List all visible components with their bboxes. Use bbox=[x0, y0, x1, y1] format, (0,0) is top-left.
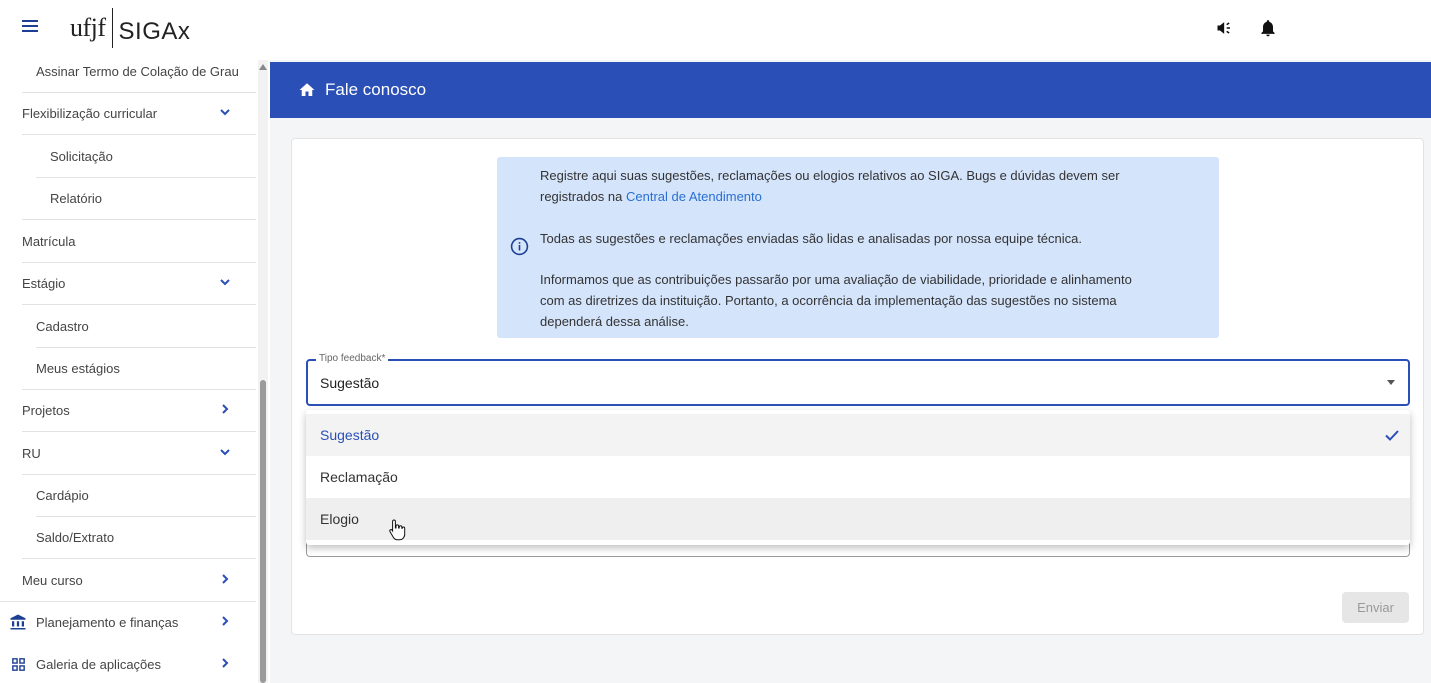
feedback-type-label: Tipo feedback* bbox=[316, 353, 389, 364]
page-title: Fale conosco bbox=[325, 80, 427, 99]
info-text-line: Todas as sugestões e reclamações enviada… bbox=[540, 231, 1083, 246]
sidebar-item-label: Matrícula bbox=[22, 233, 76, 249]
info-text-prefix: registrados na bbox=[540, 189, 626, 204]
option-sugestao[interactable]: Sugestão bbox=[306, 414, 1410, 456]
hand-cursor-icon bbox=[389, 519, 406, 541]
sidebar-item-label: Relatório bbox=[50, 190, 103, 206]
chevron-right-icon bbox=[222, 658, 229, 668]
option-label: Reclamação bbox=[320, 469, 398, 485]
chevron-down-icon bbox=[220, 279, 230, 286]
sidebar-item-cadastro[interactable]: Cadastro bbox=[0, 305, 256, 347]
sidebar-item-label: Flexibilização curricular bbox=[22, 105, 158, 121]
chevron-down-icon bbox=[220, 109, 230, 116]
option-elogio[interactable]: Elogio bbox=[306, 498, 1410, 540]
sidebar-item-label: Projetos bbox=[22, 402, 70, 418]
sidebar-item-label: Saldo/Extrato bbox=[36, 529, 115, 545]
sidebar-item-projetos[interactable]: Projetos bbox=[0, 389, 256, 431]
sidebar-item-relatorio[interactable]: Relatório bbox=[0, 177, 256, 219]
sidebar-item-planejamento[interactable]: Planejamento e finanças bbox=[0, 601, 256, 643]
chevron-right-icon bbox=[222, 404, 229, 414]
logo-separator bbox=[111, 8, 113, 48]
chevron-right-icon bbox=[222, 574, 229, 584]
announcement-icon[interactable] bbox=[1215, 18, 1235, 38]
central-atendimento-link[interactable]: Central de Atendimento bbox=[626, 189, 762, 204]
chevron-right-icon bbox=[222, 616, 229, 626]
sidebar-item-label: Cardápio bbox=[36, 487, 89, 503]
sidebar-item-label: RU bbox=[22, 445, 41, 461]
sidebar-item-estagio[interactable]: Estágio bbox=[0, 262, 256, 304]
app-logo[interactable]: ufjf SIGAx bbox=[70, 8, 190, 48]
scroll-up-arrow-icon[interactable] bbox=[259, 64, 267, 70]
info-text-line: registrados na Central de Atendimento bbox=[540, 186, 762, 207]
sidebar-item-label: Planejamento e finanças bbox=[36, 614, 179, 630]
feedback-type-value: Sugestão bbox=[320, 375, 380, 391]
sidebar-item-matricula[interactable]: Matrícula bbox=[0, 220, 256, 262]
caret-down-icon[interactable] bbox=[1387, 380, 1395, 385]
info-icon bbox=[510, 237, 529, 256]
page-header: Fale conosco bbox=[270, 62, 1431, 118]
sidebar-item-saldo-extrato[interactable]: Saldo/Extrato bbox=[0, 516, 256, 558]
sidebar-item-cardapio[interactable]: Cardápio bbox=[0, 474, 256, 516]
info-text-line: Registre aqui suas sugestões, reclamaçõe… bbox=[540, 168, 1120, 183]
chevron-down-icon bbox=[220, 449, 230, 456]
logo-sigax: SIGAx bbox=[118, 18, 191, 45]
sidebar-item-meu-curso[interactable]: Meu curso bbox=[0, 559, 256, 601]
home-icon bbox=[299, 83, 315, 96]
option-label: Elogio bbox=[320, 511, 359, 527]
check-icon bbox=[1385, 430, 1399, 441]
sidebar-item-label: Solicitação bbox=[50, 148, 113, 164]
sidebar-scroll-thumb[interactable] bbox=[260, 380, 266, 683]
sidebar-item-termo-colacao[interactable]: Assinar Termo de Colação de Grau bbox=[0, 60, 256, 92]
menu-icon[interactable] bbox=[22, 17, 44, 39]
bell-icon[interactable] bbox=[1258, 18, 1278, 38]
sidebar-item-flexibilizacao[interactable]: Flexibilização curricular bbox=[0, 92, 256, 134]
bank-icon bbox=[10, 614, 26, 630]
sidebar-item-label: Estágio bbox=[22, 275, 66, 291]
sidebar-item-galeria[interactable]: Galeria de aplicações bbox=[0, 643, 256, 683]
sidebar-item-label: Meus estágios bbox=[36, 360, 120, 376]
info-text-line: Informamos que as contribuições passarão… bbox=[540, 272, 1132, 287]
option-label: Sugestão bbox=[320, 427, 380, 443]
logo-ufjf: ufjf bbox=[70, 13, 106, 42]
feedback-type-select[interactable] bbox=[306, 359, 1410, 406]
sidebar-item-ru[interactable]: RU bbox=[0, 432, 256, 474]
info-text-line: dependerá dessa análise. bbox=[540, 314, 689, 329]
option-reclamacao[interactable]: Reclamação bbox=[306, 456, 1410, 498]
feedback-type-dropdown: Sugestão Reclamação Elogio bbox=[306, 410, 1410, 545]
info-text-line: com as diretrizes da instituição. Portan… bbox=[540, 293, 1117, 308]
sidebar-item-solicitacao[interactable]: Solicitação bbox=[0, 135, 256, 177]
top-bar: ufjf SIGAx bbox=[0, 0, 1431, 60]
sidebar-item-label: Assinar Termo de Colação de Grau bbox=[36, 63, 239, 79]
sidebar-item-meus-estagios[interactable]: Meus estágios bbox=[0, 347, 256, 389]
send-button[interactable]: Enviar bbox=[1342, 592, 1409, 623]
sidebar: Assinar Termo de Colação de Grau Flexibi… bbox=[0, 60, 270, 683]
sidebar-item-label: Meu curso bbox=[22, 572, 83, 588]
grid-icon bbox=[12, 658, 25, 671]
sidebar-item-label: Galeria de aplicações bbox=[36, 656, 162, 672]
sidebar-item-label: Cadastro bbox=[36, 318, 89, 334]
